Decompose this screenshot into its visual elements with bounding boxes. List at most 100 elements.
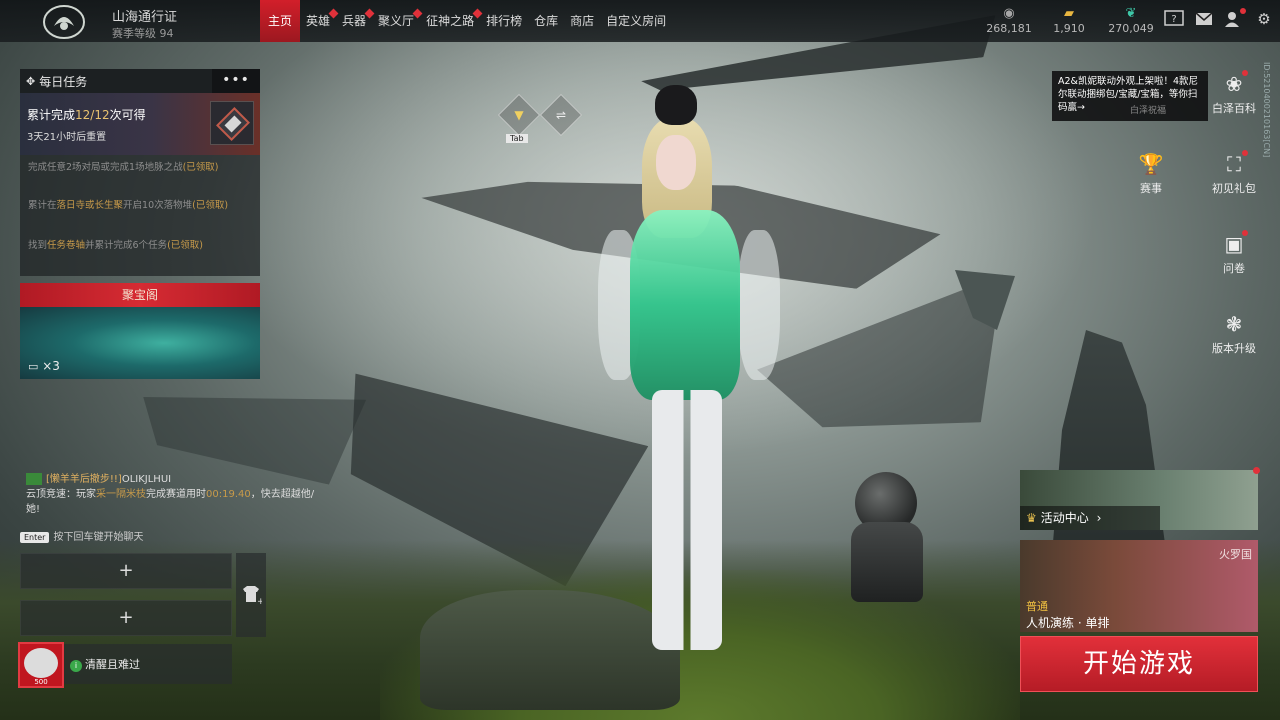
player-level: 500 bbox=[34, 678, 48, 686]
nav-tab[interactable]: 排行榜 bbox=[480, 0, 528, 42]
treasure-count-value: ×3 bbox=[42, 359, 60, 373]
reward-chest-icon[interactable] bbox=[210, 101, 254, 145]
top-bar: 山海通行证 赛季等级 94 主页 英雄 兵器 聚义厅 征神之路 排行榜 仓库 商店 自定义房间 … bbox=[0, 0, 1280, 42]
chat-player: 采一隔米枝 bbox=[96, 489, 146, 500]
nav-tab-label: 排行榜 bbox=[486, 14, 523, 28]
crown-icon: ♛ bbox=[1026, 511, 1037, 525]
treasure-pavilion-panel[interactable]: 聚宝阁 ▭ ×3 bbox=[20, 283, 260, 379]
events-button[interactable]: 🏆 赛事 bbox=[1121, 152, 1181, 196]
currency-coins[interactable]: ◉ 268,181 bbox=[980, 6, 1038, 35]
notification-dot bbox=[1242, 230, 1248, 236]
nav-tab[interactable]: 仓库 bbox=[528, 0, 564, 42]
daily-reward-banner[interactable]: 累计完成12/12次可得 3天21小时后重置 bbox=[20, 93, 260, 155]
nav-tab[interactable]: 自定义房间 bbox=[600, 0, 672, 42]
settings-icon[interactable]: ⚙ bbox=[1250, 10, 1278, 30]
button-label: 赛事 bbox=[1140, 182, 1162, 195]
currency-jade[interactable]: ❦ 270,049 bbox=[1100, 6, 1162, 35]
four-diamond-icon: ✥ bbox=[26, 74, 36, 88]
invite-panel: + bbox=[236, 553, 266, 637]
baize-wiki-button[interactable]: ❀ 白泽百科 bbox=[1204, 70, 1264, 116]
notification-dot bbox=[1240, 8, 1246, 14]
daily-tasks-panel: ✥ 每日任务 ••• 累计完成12/12次可得 3天21小时后重置 完成任意2场… bbox=[20, 69, 260, 276]
friends-icon[interactable] bbox=[1220, 8, 1248, 30]
hero-character[interactable] bbox=[590, 80, 790, 680]
task-highlight: 任务卷轴 bbox=[47, 240, 86, 251]
avatar[interactable]: 500 bbox=[18, 642, 64, 688]
button-label: 初见礼包 bbox=[1212, 182, 1256, 195]
chat-message: [懒羊羊后撤步!!]OLIKJLHUI bbox=[26, 472, 326, 487]
currency-value: 270,049 bbox=[1108, 22, 1154, 35]
chest-icon: ▭ bbox=[28, 360, 39, 373]
task-highlight: 落日寺或长生聚 bbox=[56, 200, 124, 211]
help-icon[interactable]: ? bbox=[1160, 10, 1188, 30]
pod-robot bbox=[845, 472, 935, 612]
chat-log[interactable]: [懒羊羊后撤步!!]OLIKJLHUI 云顶竞速：玩家采一隔米枝完成赛道用时00… bbox=[26, 472, 326, 517]
chat-hint[interactable]: Enter 按下回车键开始聊天 bbox=[20, 528, 143, 543]
treasure-count: ▭ ×3 bbox=[28, 359, 60, 373]
chat-text: 完成赛道用时 bbox=[146, 489, 206, 500]
chat-message: 云顶竞速：玩家采一隔米枝完成赛道用时00:19.40，快去超越他/她! bbox=[26, 487, 326, 517]
nav-tab-label: 兵器 bbox=[342, 14, 367, 28]
task-text: 并累计完成6个任务 bbox=[85, 240, 168, 251]
chat-team: [懒羊羊后撤步!!] bbox=[46, 474, 122, 485]
update-icon: ❃ bbox=[1225, 312, 1243, 336]
task-text: 找到 bbox=[28, 240, 48, 251]
start-game-button[interactable]: 开始游戏 bbox=[1020, 636, 1258, 692]
mode-name: 人机演练 · 单排 bbox=[1026, 616, 1110, 630]
mail-icon[interactable] bbox=[1190, 10, 1218, 30]
gold-bar-icon: ▰ bbox=[1064, 6, 1074, 21]
chat-sender: OLIKJLHUI bbox=[121, 474, 172, 485]
top-icons: ? ⚙ bbox=[1160, 8, 1280, 30]
team-slot-add-button[interactable]: + bbox=[20, 553, 232, 589]
tab-key-hint: Tab bbox=[506, 134, 528, 143]
nav-tab[interactable]: 英雄 bbox=[300, 0, 339, 42]
nav-tab-label: 仓库 bbox=[534, 14, 559, 28]
nav-tab-label: 商店 bbox=[570, 14, 595, 28]
battle-pass-title[interactable]: 山海通行证 bbox=[112, 6, 177, 25]
nav-tab[interactable]: 兵器 bbox=[336, 0, 375, 42]
currency-gold[interactable]: ▰ 1,910 bbox=[1040, 6, 1098, 35]
nav-tab-label: 聚义厅 bbox=[378, 14, 415, 28]
chat-channel-icon bbox=[26, 473, 42, 485]
starter-pack-button[interactable]: ⛶ 初见礼包 bbox=[1204, 150, 1264, 196]
svg-text:+: + bbox=[257, 597, 262, 605]
nav-tab-label: 自定义房间 bbox=[606, 14, 667, 28]
task-claimed: (已领取) bbox=[182, 162, 219, 173]
nav-tab[interactable]: 商店 bbox=[564, 0, 600, 42]
invite-icon[interactable]: + bbox=[240, 583, 265, 609]
task-item: 完成任意2场对局或完成1场地脉之战(已领取) bbox=[28, 161, 256, 175]
hero-legs bbox=[652, 390, 722, 650]
nav-tab-label: 主页 bbox=[268, 14, 293, 28]
activity-center-card[interactable]: ♛ 活动中心 › bbox=[1020, 467, 1260, 530]
battle-pass-logo-icon[interactable] bbox=[40, 4, 88, 40]
team-slot-add-button[interactable]: + bbox=[20, 600, 232, 636]
currency-value: 268,181 bbox=[986, 22, 1032, 35]
promo-subtitle: 白泽祝福 bbox=[1130, 106, 1167, 116]
task-text: 完成任意2场对局或完成1场地脉之战 bbox=[28, 162, 183, 173]
nav-tab[interactable]: 征神之路 bbox=[420, 0, 483, 42]
chat-text: 云顶竞速：玩家 bbox=[26, 489, 96, 500]
game-mode-card[interactable]: 火罗国 普通 人机演练 · 单排 bbox=[1020, 540, 1258, 632]
hero-dress bbox=[630, 210, 740, 400]
baize-icon: ❀ bbox=[1204, 70, 1264, 100]
reset-timer: 3天21小时后重置 bbox=[27, 132, 107, 143]
player-card[interactable]: 500 i 清醒且难过 bbox=[18, 642, 232, 688]
button-label: 白泽百科 bbox=[1212, 102, 1256, 115]
notification-dot bbox=[1242, 150, 1248, 156]
svg-text:?: ? bbox=[1171, 14, 1176, 25]
nav-tab[interactable]: 聚义厅 bbox=[372, 0, 423, 42]
more-button[interactable]: ••• bbox=[212, 69, 260, 93]
chevron-right-icon: › bbox=[1096, 511, 1102, 525]
notification-dot bbox=[1253, 467, 1260, 474]
button-label: 版本升级 bbox=[1212, 342, 1256, 355]
mode-difficulty: 普通 bbox=[1026, 600, 1048, 613]
nav-tab[interactable]: 主页 bbox=[260, 0, 301, 42]
activity-text: 活动中心 bbox=[1040, 511, 1089, 525]
survey-button[interactable]: ▣ 问卷 bbox=[1204, 230, 1264, 276]
promo-banner[interactable]: A2&凯妮联动外观上架啦！4款尼尔联动捆绑包/宝藏/宝箱，等你扫码赢→ 白泽祝福 bbox=[1052, 71, 1208, 121]
task-text: 累计在 bbox=[28, 200, 57, 211]
version-update-button[interactable]: ❃ 版本升级 bbox=[1204, 312, 1264, 356]
task-claimed: (已领取) bbox=[192, 200, 229, 211]
task-item: 找到任务卷轴并累计完成6个任务(已领取) bbox=[28, 239, 256, 253]
promo-text: A2&凯妮联动外观上架啦！4款尼尔联动捆绑包/宝藏/宝箱，等你扫码赢→ bbox=[1058, 76, 1198, 113]
